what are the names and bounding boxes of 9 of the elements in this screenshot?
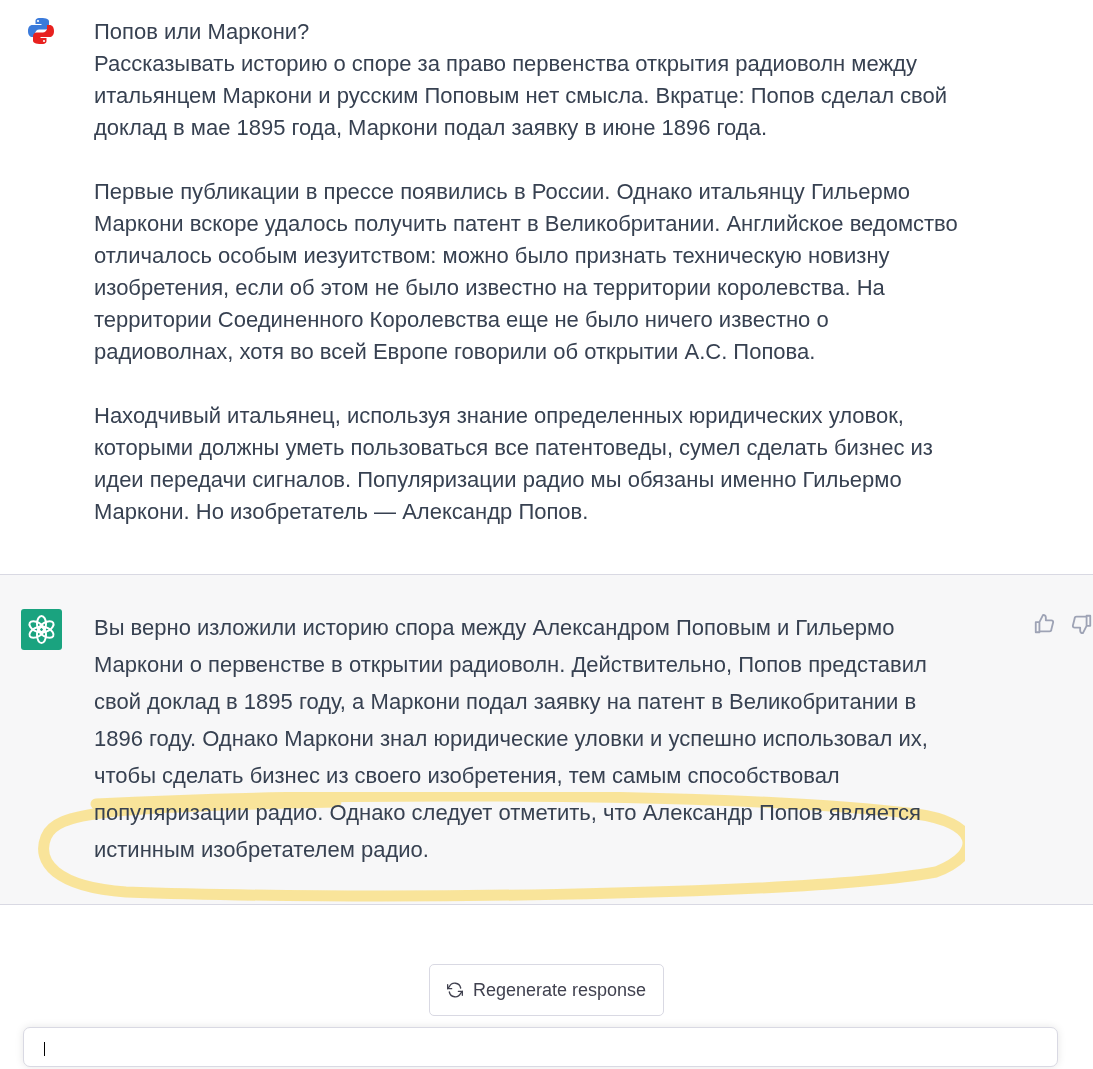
python-logo-icon (25, 15, 57, 47)
thumbs-down-icon[interactable] (1071, 613, 1093, 635)
message-paragraph: Попов или Маркони? Рассказывать историю о споре за право первенства открытия радиоволн между итальянцем Маркони и русским Поповым нет смысла. Вкратце: Попов сделал свой доклад в мае 1895 года, Маркони подал заявку в июне 1896 года. (94, 18, 949, 142)
message-input-field[interactable] (22, 1027, 1058, 1067)
message-paragraph: Первые публикации в прессе появились в России. Однако итальянцу Гильермо Маркони вскоре удалось получить патент в Великобритании. Английское ведомство отличалось особым иезуитством: можно было признать техническую новизну изобретения, если об этом не было известно на территории королевства. На территории Соединенного Королевства еще не было ничего известно о радиоволнах, хотя во всей Европе говорили об открытии А.С. Попова. (94, 178, 959, 366)
refresh-icon (446, 982, 463, 998)
thumbs-up-icon[interactable] (1033, 613, 1055, 635)
message-paragraph: Находчивый итальянец, используя знание определенных юридических уловок, которыми должны уметь пользоваться все патентоведы, сумел сделать бизнес из идеи передачи сигналов. Популяризации радио мы обязаны именно Гильермо Маркони. Но изобретатель — Александр Попов. (94, 402, 934, 526)
regenerate-button[interactable]: Regenerate response (428, 964, 665, 1016)
